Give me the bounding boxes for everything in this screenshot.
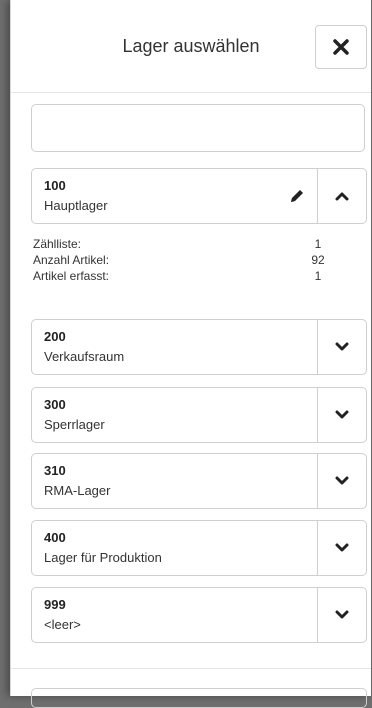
expand-button[interactable] (317, 588, 366, 642)
detail-label: Anzahl Artikel: (33, 253, 110, 267)
warehouse-number: 400 (44, 530, 66, 545)
edit-button[interactable] (286, 185, 308, 207)
detail-label: Zählliste: (33, 237, 82, 251)
warehouse-item-200[interactable]: 200 Verkaufsraum (31, 319, 367, 375)
warehouse-name: <leer> (44, 617, 81, 632)
chevron-down-icon (335, 610, 349, 619)
warehouse-name: RMA-Lager (44, 483, 111, 498)
warehouse-name: Lager für Produktion (44, 550, 162, 565)
warehouse-select-panel: Lager auswählen 100 Hauptlager Zählliste… (10, 0, 371, 708)
warehouse-item-999[interactable]: 999 <leer> (31, 587, 367, 643)
warehouse-number: 100 (44, 178, 66, 193)
close-button[interactable] (315, 25, 367, 69)
chevron-down-icon (335, 476, 349, 485)
chevron-down-icon (335, 410, 349, 419)
detail-row-count-list: Zählliste: 1 (33, 237, 333, 253)
warehouse-number: 999 (44, 597, 66, 612)
footer-button[interactable] (31, 688, 367, 708)
detail-value: 1 (314, 269, 322, 283)
expand-button[interactable] (317, 388, 366, 442)
footer-divider (11, 668, 371, 669)
warehouse-name: Sperrlager (44, 417, 105, 432)
detail-row-article-count: Anzahl Artikel: 92 (33, 253, 333, 269)
chevron-down-icon (335, 543, 349, 552)
collapse-button[interactable] (317, 169, 366, 223)
search-input[interactable] (31, 104, 365, 152)
detail-label: Artikel erfasst: (33, 269, 110, 283)
warehouse-name: Verkaufsraum (44, 349, 125, 364)
warehouse-number: 310 (44, 463, 66, 478)
warehouse-item-310[interactable]: 310 RMA-Lager (31, 453, 367, 509)
detail-value: 92 (311, 253, 325, 267)
expand-button[interactable] (317, 521, 366, 575)
chevron-down-icon (335, 342, 349, 351)
detail-value: 1 (314, 237, 322, 251)
warehouse-details: Zählliste: 1 Anzahl Artikel: 92 Artikel … (33, 237, 333, 285)
expand-button[interactable] (317, 320, 366, 374)
close-icon (333, 39, 349, 55)
panel-header: Lager auswählen (11, 0, 371, 93)
warehouse-number: 300 (44, 397, 66, 412)
detail-row-articles-recorded: Artikel erfasst: 1 (33, 269, 333, 285)
expand-button[interactable] (317, 454, 366, 508)
chevron-up-icon (335, 192, 349, 201)
warehouse-item-400[interactable]: 400 Lager für Produktion (31, 520, 367, 576)
warehouse-item-300[interactable]: 300 Sperrlager (31, 387, 367, 443)
warehouse-name: Hauptlager (44, 198, 108, 213)
warehouse-number: 200 (44, 329, 66, 344)
warehouse-item-100[interactable]: 100 Hauptlager (31, 168, 367, 224)
pencil-icon (291, 190, 303, 202)
